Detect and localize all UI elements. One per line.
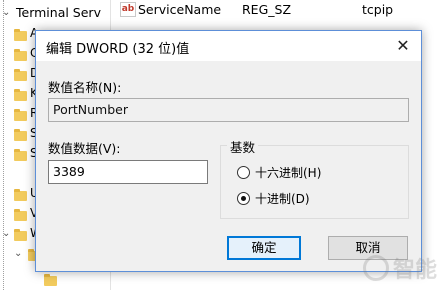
radio-decimal-label: 十进制(D) <box>255 192 310 206</box>
dialog-title: 编辑 DWORD (32 位)值 <box>46 42 190 57</box>
value-data-input[interactable]: 3389 <box>48 160 208 184</box>
value-name-field[interactable]: PortNumber <box>48 98 409 122</box>
close-icon: ✕ <box>396 36 410 55</box>
value-data-text: 3389 <box>53 164 85 179</box>
folder-icon <box>14 109 27 121</box>
folder-icon <box>14 209 27 221</box>
value-name-label: 数值名称(N): <box>48 80 122 95</box>
chevron-down-icon[interactable]: ⌄ <box>14 248 22 259</box>
folder-icon <box>14 29 27 41</box>
dialog-titlebar[interactable]: 编辑 DWORD (32 位)值 ✕ <box>36 31 421 61</box>
base-group-label: 基数 <box>227 137 259 156</box>
edit-dword-dialog: 编辑 DWORD (32 位)值 ✕ 数值名称(N): PortNumber 数… <box>35 30 422 272</box>
cancel-button[interactable]: 取消 <box>328 236 408 260</box>
ok-button[interactable]: 确定 <box>227 236 301 260</box>
chevron-down-icon[interactable]: ⌄ <box>2 7 10 18</box>
radio-hexadecimal[interactable]: 十六进制(H) <box>237 164 321 181</box>
base-groupbox <box>220 145 409 219</box>
cancel-button-label: 取消 <box>355 240 381 255</box>
tree-item-terminal-server[interactable]: Terminal Serv <box>16 5 101 20</box>
value-data-cell: tcpip <box>362 2 394 17</box>
folder-icon <box>14 189 27 201</box>
string-value-icon: ab <box>120 2 136 17</box>
folder-icon <box>14 89 27 101</box>
radio-decimal[interactable]: 十进制(D) <box>237 190 310 207</box>
folder-icon <box>14 149 27 161</box>
folder-icon <box>44 274 57 286</box>
value-data-label: 数值数据(V): <box>48 141 121 156</box>
folder-icon <box>14 49 27 61</box>
close-button[interactable]: ✕ <box>389 34 417 58</box>
value-name-text: PortNumber <box>53 102 128 117</box>
folder-icon <box>14 229 27 241</box>
folder-icon <box>14 69 27 81</box>
value-type-cell: REG_SZ <box>242 2 292 17</box>
tree-guide-line <box>3 0 4 290</box>
chevron-down-icon[interactable]: ⌄ <box>2 228 10 239</box>
radio-checked-icon[interactable] <box>237 192 250 205</box>
ok-button-label: 确定 <box>251 240 277 255</box>
folder-icon <box>14 129 27 141</box>
tree-item-label: Terminal Serv <box>16 5 101 20</box>
radio-unchecked-icon[interactable] <box>237 166 250 179</box>
radio-hexadecimal-label: 十六进制(H) <box>255 166 322 180</box>
value-name-cell[interactable]: ServiceName <box>138 2 221 17</box>
